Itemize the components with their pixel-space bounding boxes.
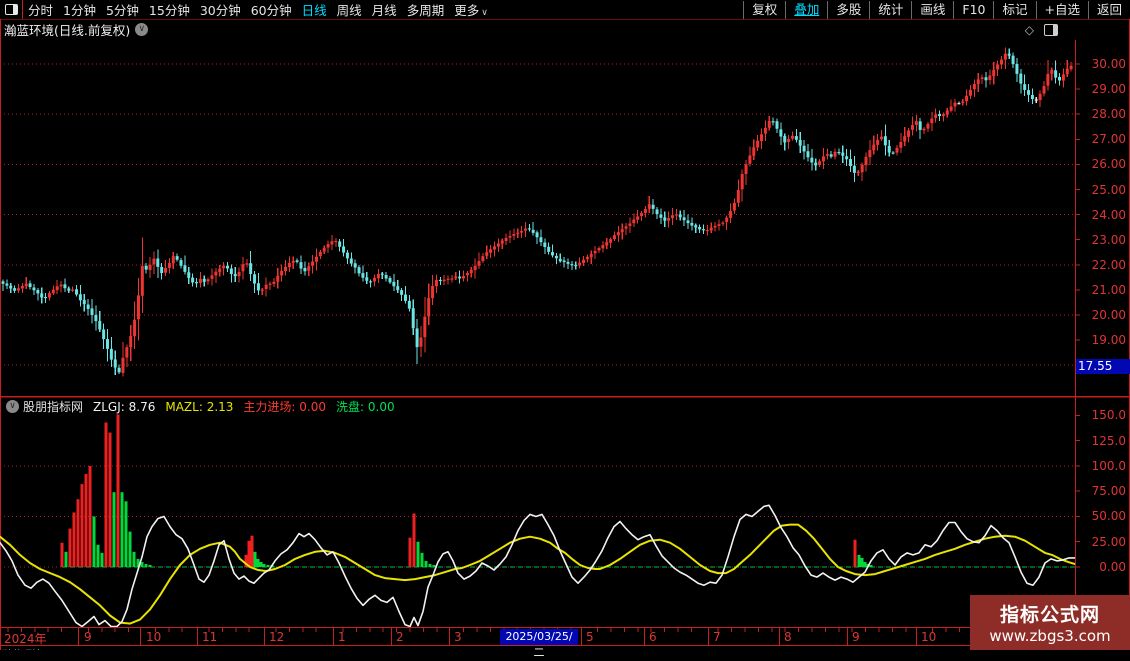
min-price-badge: 17.55	[1076, 359, 1130, 374]
price-axis-label: 26.00	[1091, 157, 1126, 172]
window-split-icon	[4, 4, 18, 15]
indicator-axis-label: 50.00	[1091, 509, 1126, 524]
watermark-title: 指标公式网	[999, 604, 1100, 626]
mazl-value: MAZL: 2.13	[165, 399, 234, 414]
date-axis-label: 8	[784, 630, 792, 644]
toolbar-item-多股[interactable]: 多股	[827, 0, 869, 19]
indicator-axis-label: 25.00	[1091, 534, 1126, 549]
toolbar-item-标记[interactable]: 标记	[993, 0, 1035, 19]
toolbar-item-日线[interactable]: 日线	[297, 0, 332, 21]
toolbar-item-返回[interactable]: 返回	[1087, 0, 1130, 19]
date-axis-label: 9	[84, 630, 92, 644]
date-axis-label: 10	[146, 630, 162, 644]
date-axis-label: 2024年	[4, 632, 47, 646]
toolbar-item-叠加[interactable]: 叠加	[785, 0, 827, 19]
dropdown-arrow-icon: ∨	[481, 7, 488, 18]
toolbar-item-60分钟[interactable]: 60分钟	[246, 0, 297, 21]
diamond-marker-icon[interactable]: ◇	[1025, 23, 1034, 37]
chart-title: 瀚蓝环境(日线.前复权)	[4, 23, 131, 38]
date-axis-label: 9	[852, 630, 860, 644]
price-axis-label: 19.00	[1091, 333, 1126, 348]
date-axis-label: 10	[921, 630, 937, 644]
tools-menu: 复权 叠加 多股 统计 画线 F10 标记 +自选 返回	[743, 0, 1130, 19]
price-axis-label: 21.00	[1091, 282, 1126, 297]
title-row: 瀚蓝环境(日线.前复权) ∨ ◇	[0, 21, 1130, 38]
toolbar-item-统计[interactable]: 统计	[869, 0, 911, 19]
zhuli-jinchang-value: 主力进场: 0.00	[243, 400, 327, 414]
top-toolbar: 分时 1分钟 5分钟 15分钟 30分钟 60分钟 日线 周线 月线 多周期 更多 ∨ 复权 叠加 多股统…	[0, 0, 1130, 19]
period-menu: 分时 1分钟 5分钟 15分钟 30分钟 60分钟 日线 周线 月线 多周期 更多 ∨	[23, 0, 493, 21]
indicator-axis-label: 150.0	[1091, 408, 1126, 423]
toolbar-item-周线[interactable]: 周线	[332, 0, 367, 21]
zlgj-value: ZLGJ: 8.76	[93, 399, 156, 414]
date-axis-label: 3	[454, 630, 462, 644]
toolbar-item-F10[interactable]: F10	[953, 0, 993, 19]
price-axis-label: 23.00	[1091, 232, 1126, 247]
watermark-url: www.zbgs3.com	[989, 627, 1111, 645]
toolbar-item-画线[interactable]: 画线	[911, 0, 953, 19]
indicator-dropdown-icon[interactable]: ∨	[6, 400, 19, 413]
xipan-value: 洗盘: 0.00	[336, 400, 395, 414]
date-axis-label: 6	[649, 630, 657, 644]
price-axis-label: 27.00	[1091, 132, 1126, 147]
indicator-header: ∨ 股朋指标网 ZLGJ: 8.76 MAZL: 2.13 主力进场: 0.00…	[0, 399, 1070, 414]
price-pane[interactable]	[0, 40, 1075, 390]
indicator-axis-label: 0.00	[1099, 560, 1126, 574]
indicator-axis-label: 75.00	[1091, 484, 1126, 499]
date-axis-label: 7	[713, 630, 721, 644]
date-axis-label: 1	[338, 630, 346, 644]
price-axis-label: 25.00	[1091, 182, 1126, 197]
price-axis-label: 22.00	[1091, 257, 1126, 272]
price-axis-label: 24.00	[1091, 207, 1126, 222]
indicator-pane[interactable]	[0, 398, 1075, 627]
price-axis-label: 28.00	[1091, 107, 1126, 122]
date-axis-label: 2	[396, 630, 404, 644]
price-axis-label: 29.00	[1091, 82, 1126, 97]
toolbar-item-多周期[interactable]: 多周期	[402, 0, 450, 21]
toolbar-item-5分钟[interactable]: 5分钟	[101, 0, 144, 21]
toolbar-item-+自选[interactable]: +自选	[1035, 0, 1088, 19]
toolbar-item-1分钟[interactable]: 1分钟	[58, 0, 101, 21]
toolbar-item-分时[interactable]: 分时	[23, 0, 58, 21]
indicator-source-label: 股朋指标网	[23, 400, 84, 414]
window-layout-button[interactable]	[0, 0, 23, 19]
date-axis-label: 11	[202, 630, 218, 644]
toolbar-item-30分钟[interactable]: 30分钟	[195, 0, 246, 21]
toolbar-item-月线[interactable]: 月线	[367, 0, 402, 21]
price-axis-label: 30.00	[1091, 57, 1126, 71]
toolbar-item-15分钟[interactable]: 15分钟	[144, 0, 195, 21]
title-dropdown-icon[interactable]: ∨	[135, 23, 149, 36]
toolbar-item-复权[interactable]: 复权	[743, 0, 785, 19]
indicator-axis-label: 125.0	[1091, 433, 1126, 448]
selected-date-badge: 2025/03/25/二	[500, 629, 578, 659]
watermark: 指标公式网 www.zbgs3.com	[970, 595, 1130, 650]
indicator-axis-label: 100.0	[1091, 458, 1126, 473]
date-axis-label: 12	[269, 630, 285, 644]
pane-layout-icon[interactable]	[1044, 23, 1058, 36]
date-axis-label: 5	[586, 630, 594, 644]
toolbar-item-更多[interactable]: 更多 ∨	[449, 0, 493, 21]
price-axis-label: 20.00	[1091, 308, 1126, 322]
